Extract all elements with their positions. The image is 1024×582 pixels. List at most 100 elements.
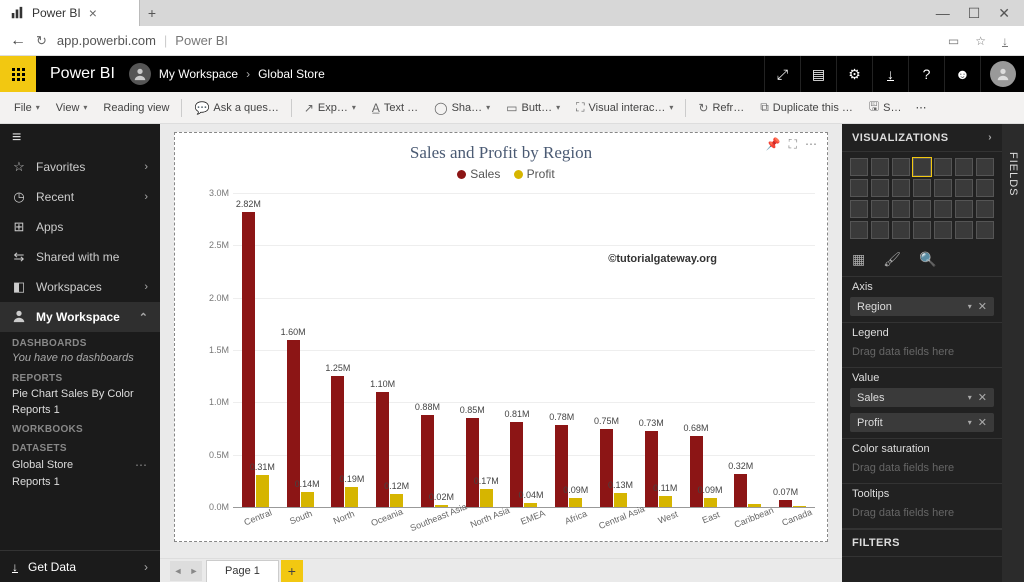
bar-group[interactable]: 0.85M0.17M [457,193,502,507]
tooltips-drop-target[interactable]: Drag data fields here [850,504,994,522]
remove-field-icon[interactable]: ✕ [978,416,987,429]
bar-group[interactable]: 0.07M [770,193,815,507]
visual-more-icon[interactable]: ⋯ [805,137,817,152]
axis-field-region[interactable]: Region▾✕ [850,297,994,316]
bar-group[interactable]: 1.60M0.14M [278,193,323,507]
viz-type-icon[interactable] [976,221,994,239]
bar-sales[interactable]: 0.07M [779,500,792,507]
nav-report-2[interactable]: Reports 1 [0,402,160,418]
remove-field-icon[interactable]: ✕ [978,300,987,313]
back-icon[interactable]: ← [10,32,26,50]
ribbon-file[interactable]: File▾ [8,95,46,121]
pin-icon[interactable]: 📌 [766,137,781,152]
reading-mode-icon[interactable]: ▭ [948,34,959,48]
user-avatar[interactable] [980,56,1024,92]
page-scroll-left[interactable]: ◄ [170,561,186,581]
bar-group[interactable]: 1.10M0.12M [367,193,412,507]
bar-sales[interactable]: 0.75M [600,429,613,508]
bar-group[interactable]: 0.81M0.04M [502,193,547,507]
bar-profit[interactable]: 0.17M [480,489,493,507]
nav-get-data[interactable]: ↓Get Data› [0,550,160,582]
bookmark-icon[interactable]: ☆ [975,34,986,48]
chart-visual[interactable]: 📌 ⛶ ⋯ Sales and Profit by Region Sales P… [174,132,828,542]
ribbon-refresh[interactable]: ↻Refr… [692,95,750,121]
color-drop-target[interactable]: Drag data fields here [850,459,994,477]
nav-recent[interactable]: ◷Recent› [0,182,160,212]
analytics-icon[interactable]: 🔍 [919,251,936,268]
ribbon-save[interactable]: 🖫S… [863,95,908,121]
value-field-sales[interactable]: Sales▾✕ [850,388,994,407]
fullscreen-icon[interactable]: ⤢ [764,56,800,92]
nav-favorites[interactable]: ☆Favorites› [0,152,160,182]
bar-sales[interactable]: 0.32M [734,474,747,507]
app-launcher-icon[interactable] [0,56,36,92]
bar-group[interactable]: 0.73M0.11M [636,193,681,507]
nav-my-workspace[interactable]: My Workspace⌃ [0,302,160,332]
add-page-button[interactable]: + [281,560,303,582]
viz-type-icon[interactable] [850,200,868,218]
viz-type-icon[interactable] [850,179,868,197]
bar-group[interactable]: 2.82M0.31M [233,193,278,507]
viz-type-icon[interactable] [955,158,973,176]
viz-type-icon[interactable] [892,158,910,176]
close-icon[interactable]: × [89,6,97,20]
notifications-icon[interactable]: ▤ [800,56,836,92]
report-canvas[interactable]: 📌 ⛶ ⋯ Sales and Profit by Region Sales P… [160,124,842,558]
browser-tab[interactable]: Power BI × [0,0,140,26]
format-icon[interactable]: 🖌 [883,251,901,268]
address-text[interactable]: app.powerbi.com | Power BI [57,33,228,48]
viz-type-icon[interactable] [892,221,910,239]
viz-type-icon[interactable] [892,179,910,197]
nav-report-1[interactable]: Pie Chart Sales By Color [0,386,160,402]
ribbon-textbox[interactable]: A̲Text … [366,95,424,121]
nav-dataset-1[interactable]: Global Store⋯ [0,456,160,474]
bar-sales[interactable]: 0.85M [466,418,479,507]
ribbon-view[interactable]: View▾ [50,95,94,121]
viz-type-icon[interactable] [955,221,973,239]
viz-type-icon[interactable] [850,221,868,239]
fields-pane-collapsed[interactable]: FIELDS [1002,124,1024,582]
bar-sales[interactable]: 0.73M [645,431,658,507]
bar-group[interactable]: 0.32M [725,193,770,507]
ribbon-reading-view[interactable]: Reading view [97,95,175,121]
viz-type-icon[interactable] [934,179,952,197]
close-window-icon[interactable]: ✕ [998,5,1010,22]
ribbon-duplicate[interactable]: ⧉Duplicate this … [754,95,859,121]
nav-apps[interactable]: ⊞Apps [0,212,160,242]
viz-type-icon[interactable] [976,158,994,176]
viz-type-icon[interactable] [913,221,931,239]
viz-type-icon[interactable] [976,179,994,197]
viz-type-icon[interactable] [871,200,889,218]
feedback-icon[interactable]: ☻ [944,56,980,92]
nav-dataset-2[interactable]: Reports 1 [0,474,160,490]
bar-group[interactable]: 0.78M0.09M [546,193,591,507]
viz-type-icon[interactable] [955,179,973,197]
nav-shared[interactable]: ⇆Shared with me [0,242,160,272]
bar-group[interactable]: 0.68M0.09M [681,193,726,507]
bar-sales[interactable]: 1.25M [331,376,344,507]
ribbon-explore[interactable]: ↗Exp…▾ [298,95,362,121]
bar-group[interactable]: 0.75M0.13M [591,193,636,507]
ribbon-shapes[interactable]: ◯Sha…▾ [428,95,496,121]
bar-sales[interactable]: 0.68M [690,436,703,507]
viz-type-icon[interactable] [934,200,952,218]
breadcrumb-report[interactable]: Global Store [258,67,325,81]
new-tab-button[interactable]: + [140,0,164,26]
value-field-profit[interactable]: Profit▾✕ [850,413,994,432]
bar-sales[interactable]: 0.78M [555,425,568,507]
page-tab-1[interactable]: Page 1 [206,560,279,582]
refresh-icon[interactable]: ↻ [36,33,47,49]
viz-type-icon[interactable] [850,158,868,176]
viz-type-icon[interactable] [913,200,931,218]
viz-type-icon[interactable] [976,200,994,218]
bar-group[interactable]: 0.88M0.02M [412,193,457,507]
ribbon-more-icon[interactable]: ⋯ [911,101,931,114]
settings-icon[interactable]: ⚙ [836,56,872,92]
download-icon[interactable]: ↓ [872,56,908,92]
bar-group[interactable]: 1.25M0.19M [323,193,368,507]
ribbon-visual-interactions[interactable]: ⛶Visual interac…▾ [570,95,679,121]
viz-type-gallery[interactable] [842,152,1002,245]
ribbon-ask-question[interactable]: 💬Ask a ques… [188,95,284,121]
legend-drop-target[interactable]: Drag data fields here [850,343,994,361]
bar-profit[interactable]: 0.11M [659,496,672,508]
